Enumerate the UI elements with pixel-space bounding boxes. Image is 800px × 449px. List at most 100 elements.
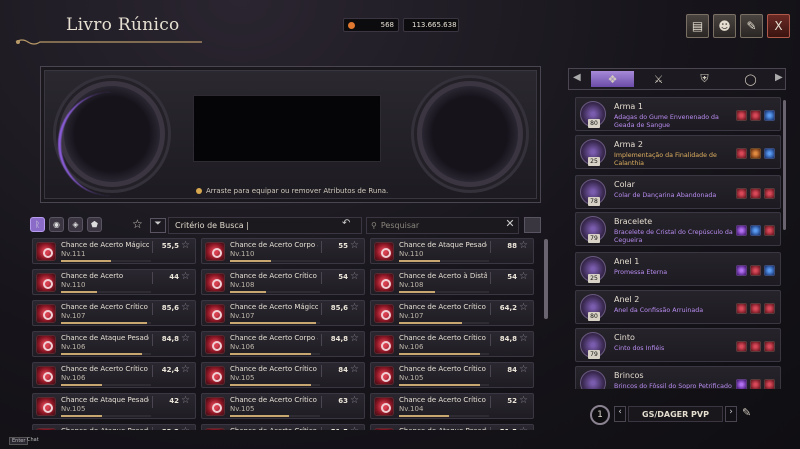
equipped-rune-icon[interactable] <box>736 265 747 276</box>
favorite-filter-icon[interactable]: ☆ <box>132 217 143 231</box>
rune-card[interactable]: Chance de Acerto Corpo a CNv.110 55☆ <box>201 238 365 264</box>
favorite-star-icon[interactable]: ☆ <box>350 302 359 313</box>
tab-weapons[interactable]: ⚔ <box>637 71 680 87</box>
equipment-slot[interactable]: 80 Arma 1 Adagas do Gume Envenenado da Gea… <box>575 97 781 131</box>
tabs-prev-icon[interactable]: ◀ <box>573 72 581 83</box>
equipment-slot[interactable]: 78 Colar Colar de Dançarina Abandonada <box>575 175 781 209</box>
favorite-star-icon[interactable]: ☆ <box>519 333 528 344</box>
equipped-rune-icon[interactable] <box>764 265 775 276</box>
favorite-star-icon[interactable]: ☆ <box>181 240 190 251</box>
rune-card[interactable]: Chance de Ataque Pesado Nv.105 42 ☆ <box>32 393 196 419</box>
equipped-rune-icon[interactable] <box>750 225 761 236</box>
rune-card[interactable]: Chance de Acerto Crítico corNv.107 64,2☆ <box>370 300 534 326</box>
tab-rings[interactable]: ◯ <box>729 71 772 87</box>
favorite-star-icon[interactable]: ☆ <box>350 426 359 430</box>
equipped-rune-icon[interactable] <box>750 341 761 352</box>
rune-card[interactable]: Chance de Acerto Mágico corNv.107 85,6☆ <box>201 300 365 326</box>
search-criteria-dropdown[interactable]: Critério de Busca | <box>168 217 362 234</box>
equipped-rune-icon[interactable] <box>736 148 747 159</box>
favorite-star-icon[interactable]: ☆ <box>181 426 190 430</box>
favorite-star-icon[interactable]: ☆ <box>350 333 359 344</box>
rune-card[interactable]: Chance de Acerto Crítico CoNv.105 84☆ <box>201 362 365 388</box>
rune-slot-left[interactable] <box>59 81 165 187</box>
favorite-star-icon[interactable]: ☆ <box>519 426 528 430</box>
favorite-star-icon[interactable]: ☆ <box>519 240 528 251</box>
tab-armor[interactable]: ⛨ <box>683 71 726 87</box>
rune-card[interactable]: Chance de Acerto Crítico à DNv.108 54☆ <box>201 269 365 295</box>
equipped-rune-icon[interactable] <box>736 303 747 314</box>
equipment-slot[interactable]: 25 Anel 1 Promessa Eterna <box>575 252 781 286</box>
equipment-slot[interactable]: Brincos Brincos do Fôssil do Sopro Petrif… <box>575 366 781 389</box>
close-button[interactable]: X <box>767 14 790 38</box>
rune-card[interactable]: Chance de Ataque Pesado à 83,2☆ <box>32 424 196 430</box>
filter-category-all[interactable]: ᚱ <box>30 217 45 232</box>
equipped-rune-icon[interactable] <box>736 379 747 389</box>
rune-card[interactable]: Chance de Acerto Mágico Nv.111 55,5 ☆ <box>32 238 196 264</box>
equipment-scrollbar[interactable] <box>783 100 786 230</box>
quest-button[interactable]: ✎ <box>740 14 763 38</box>
clear-search-icon[interactable]: ✕ <box>502 217 518 234</box>
rune-card[interactable]: Chance de Acerto Nv.110 44 ☆ <box>32 269 196 295</box>
equipped-rune-icon[interactable] <box>750 110 761 121</box>
favorite-star-icon[interactable]: ☆ <box>181 395 190 406</box>
rune-card[interactable]: Chance de Acerto Corpo a CNv.106 84,8☆ <box>201 331 365 357</box>
favorite-star-icon[interactable]: ☆ <box>350 364 359 375</box>
favorite-star-icon[interactable]: ☆ <box>519 271 528 282</box>
rune-book-icon[interactable] <box>524 217 541 233</box>
rune-card[interactable]: Chance de Acerto Crítico Mág 51,5☆ <box>201 424 365 430</box>
tabs-next-icon[interactable]: ▶ <box>775 72 783 83</box>
equipment-slot[interactable]: 25 Arma 2 Implementação da Finalidade de C… <box>575 135 781 169</box>
preset-edit-icon[interactable]: ✎ <box>742 406 751 419</box>
favorite-star-icon[interactable]: ☆ <box>181 364 190 375</box>
rune-slot-right[interactable] <box>417 81 523 187</box>
preset-prev-button[interactable]: ‹ <box>614 406 626 422</box>
equipped-rune-icon[interactable] <box>736 110 747 121</box>
equipment-slot[interactable]: 80 Anel 2 Anel da Confissão Arruinada <box>575 290 781 324</box>
rune-card[interactable]: Chance de Acerto Crítico CoNv.104 52☆ <box>370 393 534 419</box>
equipment-slot[interactable]: 79 Cinto Cinto dos Infiéis <box>575 328 781 362</box>
character-button[interactable]: ☻ <box>713 14 736 38</box>
tab-accessories[interactable]: ❖ <box>591 71 634 87</box>
preset-name[interactable]: GS/DAGER PVP <box>628 406 723 422</box>
favorite-star-icon[interactable]: ☆ <box>350 240 359 251</box>
equipped-rune-icon[interactable] <box>750 148 761 159</box>
equipped-rune-icon[interactable] <box>764 341 775 352</box>
rune-list-scrollbar[interactable] <box>544 239 548 319</box>
favorite-star-icon[interactable]: ☆ <box>181 333 190 344</box>
reset-icon[interactable]: ↶ <box>342 218 350 229</box>
rune-card[interactable]: Chance de Acerto Crítico corNv.106 84,8☆ <box>370 331 534 357</box>
equipped-rune-icon[interactable] <box>750 265 761 276</box>
rune-card[interactable]: Chance de Ataque Pesado Cc 51,5☆ <box>370 424 534 430</box>
filter-category-2[interactable]: ◉ <box>49 217 64 232</box>
equipped-rune-icon[interactable] <box>736 188 747 199</box>
search-input[interactable]: ⚲ Pesquisar <box>366 217 519 234</box>
rune-card[interactable]: Chance de Acerto à DistânciNv.108 54☆ <box>370 269 534 295</box>
favorite-star-icon[interactable]: ☆ <box>181 271 190 282</box>
rune-card[interactable]: Chance de Ataque Pesado CcNv.106 84,8☆ <box>32 331 196 357</box>
equipped-rune-icon[interactable] <box>764 188 775 199</box>
equipped-rune-icon[interactable] <box>736 225 747 236</box>
equipped-rune-icon[interactable] <box>736 341 747 352</box>
favorite-star-icon[interactable]: ☆ <box>519 395 528 406</box>
equipped-rune-icon[interactable] <box>764 225 775 236</box>
filter-funnel-icon[interactable]: ⏷ <box>150 218 166 233</box>
journal-button[interactable]: ▤ <box>686 14 709 38</box>
equipped-rune-icon[interactable] <box>764 303 775 314</box>
favorite-star-icon[interactable]: ☆ <box>350 395 359 406</box>
favorite-star-icon[interactable]: ☆ <box>519 364 528 375</box>
rune-card[interactable]: Chance de Acerto Crítico à DNv.105 63☆ <box>201 393 365 419</box>
equipped-rune-icon[interactable] <box>750 303 761 314</box>
equipped-rune-icon[interactable] <box>764 148 775 159</box>
preset-next-button[interactable]: › <box>725 406 737 422</box>
equipped-rune-icon[interactable] <box>764 379 775 389</box>
rune-card[interactable]: Chance de Ataque Pesado MNv.110 88☆ <box>370 238 534 264</box>
equipped-rune-icon[interactable] <box>764 110 775 121</box>
chat-label[interactable]: Chat <box>27 437 39 443</box>
favorite-star-icon[interactable]: ☆ <box>519 302 528 313</box>
equipment-slot[interactable]: 79 Bracelete Bracelete de Cristal do Crepú… <box>575 212 781 246</box>
rune-card[interactable]: Chance de Acerto Crítico MáNv.105 84☆ <box>370 362 534 388</box>
equipped-rune-icon[interactable] <box>750 188 761 199</box>
favorite-star-icon[interactable]: ☆ <box>181 302 190 313</box>
rune-card[interactable]: Chance de Acerto Crítico Nv.106 42,4 ☆ <box>32 362 196 388</box>
equipped-rune-icon[interactable] <box>750 379 761 389</box>
